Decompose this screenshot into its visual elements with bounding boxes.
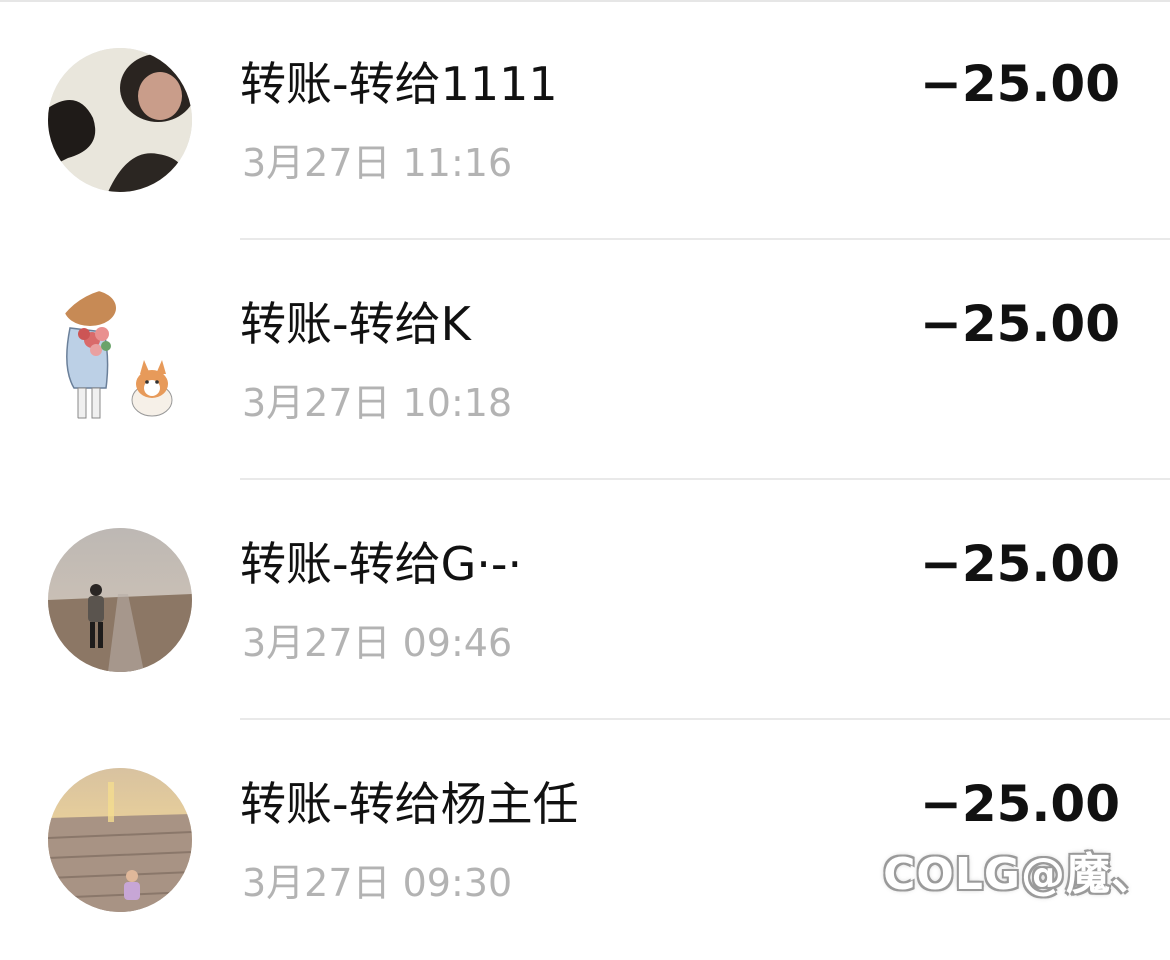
transaction-row[interactable]: 转账-转给G·-· 3月27日 09:46 −25.00 [0,480,1170,720]
colg-watermark: COLG@魔、 [883,849,1156,900]
transaction-title: 转账-转给G·-· [240,537,523,591]
avatar[interactable] [48,48,192,192]
transaction-title: 转账-转给杨主任 [240,777,579,831]
transaction-time: 3月27日 09:46 [242,621,513,665]
transaction-time: 3月27日 10:18 [242,381,513,425]
transaction-amount: −25.00 [919,295,1120,353]
transaction-title: 转账-转给1111 [240,57,558,111]
transaction-row[interactable]: 转账-转给K 3月27日 10:18 −25.00 [0,240,1170,480]
transaction-list: 转账-转给1111 3月27日 11:16 −25.00 转账-转给K 3月27… [0,0,1170,960]
transaction-time: 3月27日 09:30 [242,861,513,905]
transaction-title: 转账-转给K [240,297,471,351]
avatar[interactable] [48,288,192,432]
avatar[interactable] [48,528,192,672]
photo-avatar-icon [48,768,192,912]
transaction-row[interactable]: 转账-转给1111 3月27日 11:16 −25.00 [0,0,1170,240]
transaction-time: 3月27日 11:16 [242,141,513,185]
transaction-amount: −25.00 [919,535,1120,593]
transaction-amount: −25.00 [919,775,1120,833]
photo-avatar-icon [48,528,192,672]
avatar[interactable] [48,768,192,912]
photo-avatar-icon [48,48,192,192]
illustration-avatar-icon [48,288,192,432]
transaction-amount: −25.00 [919,55,1120,113]
